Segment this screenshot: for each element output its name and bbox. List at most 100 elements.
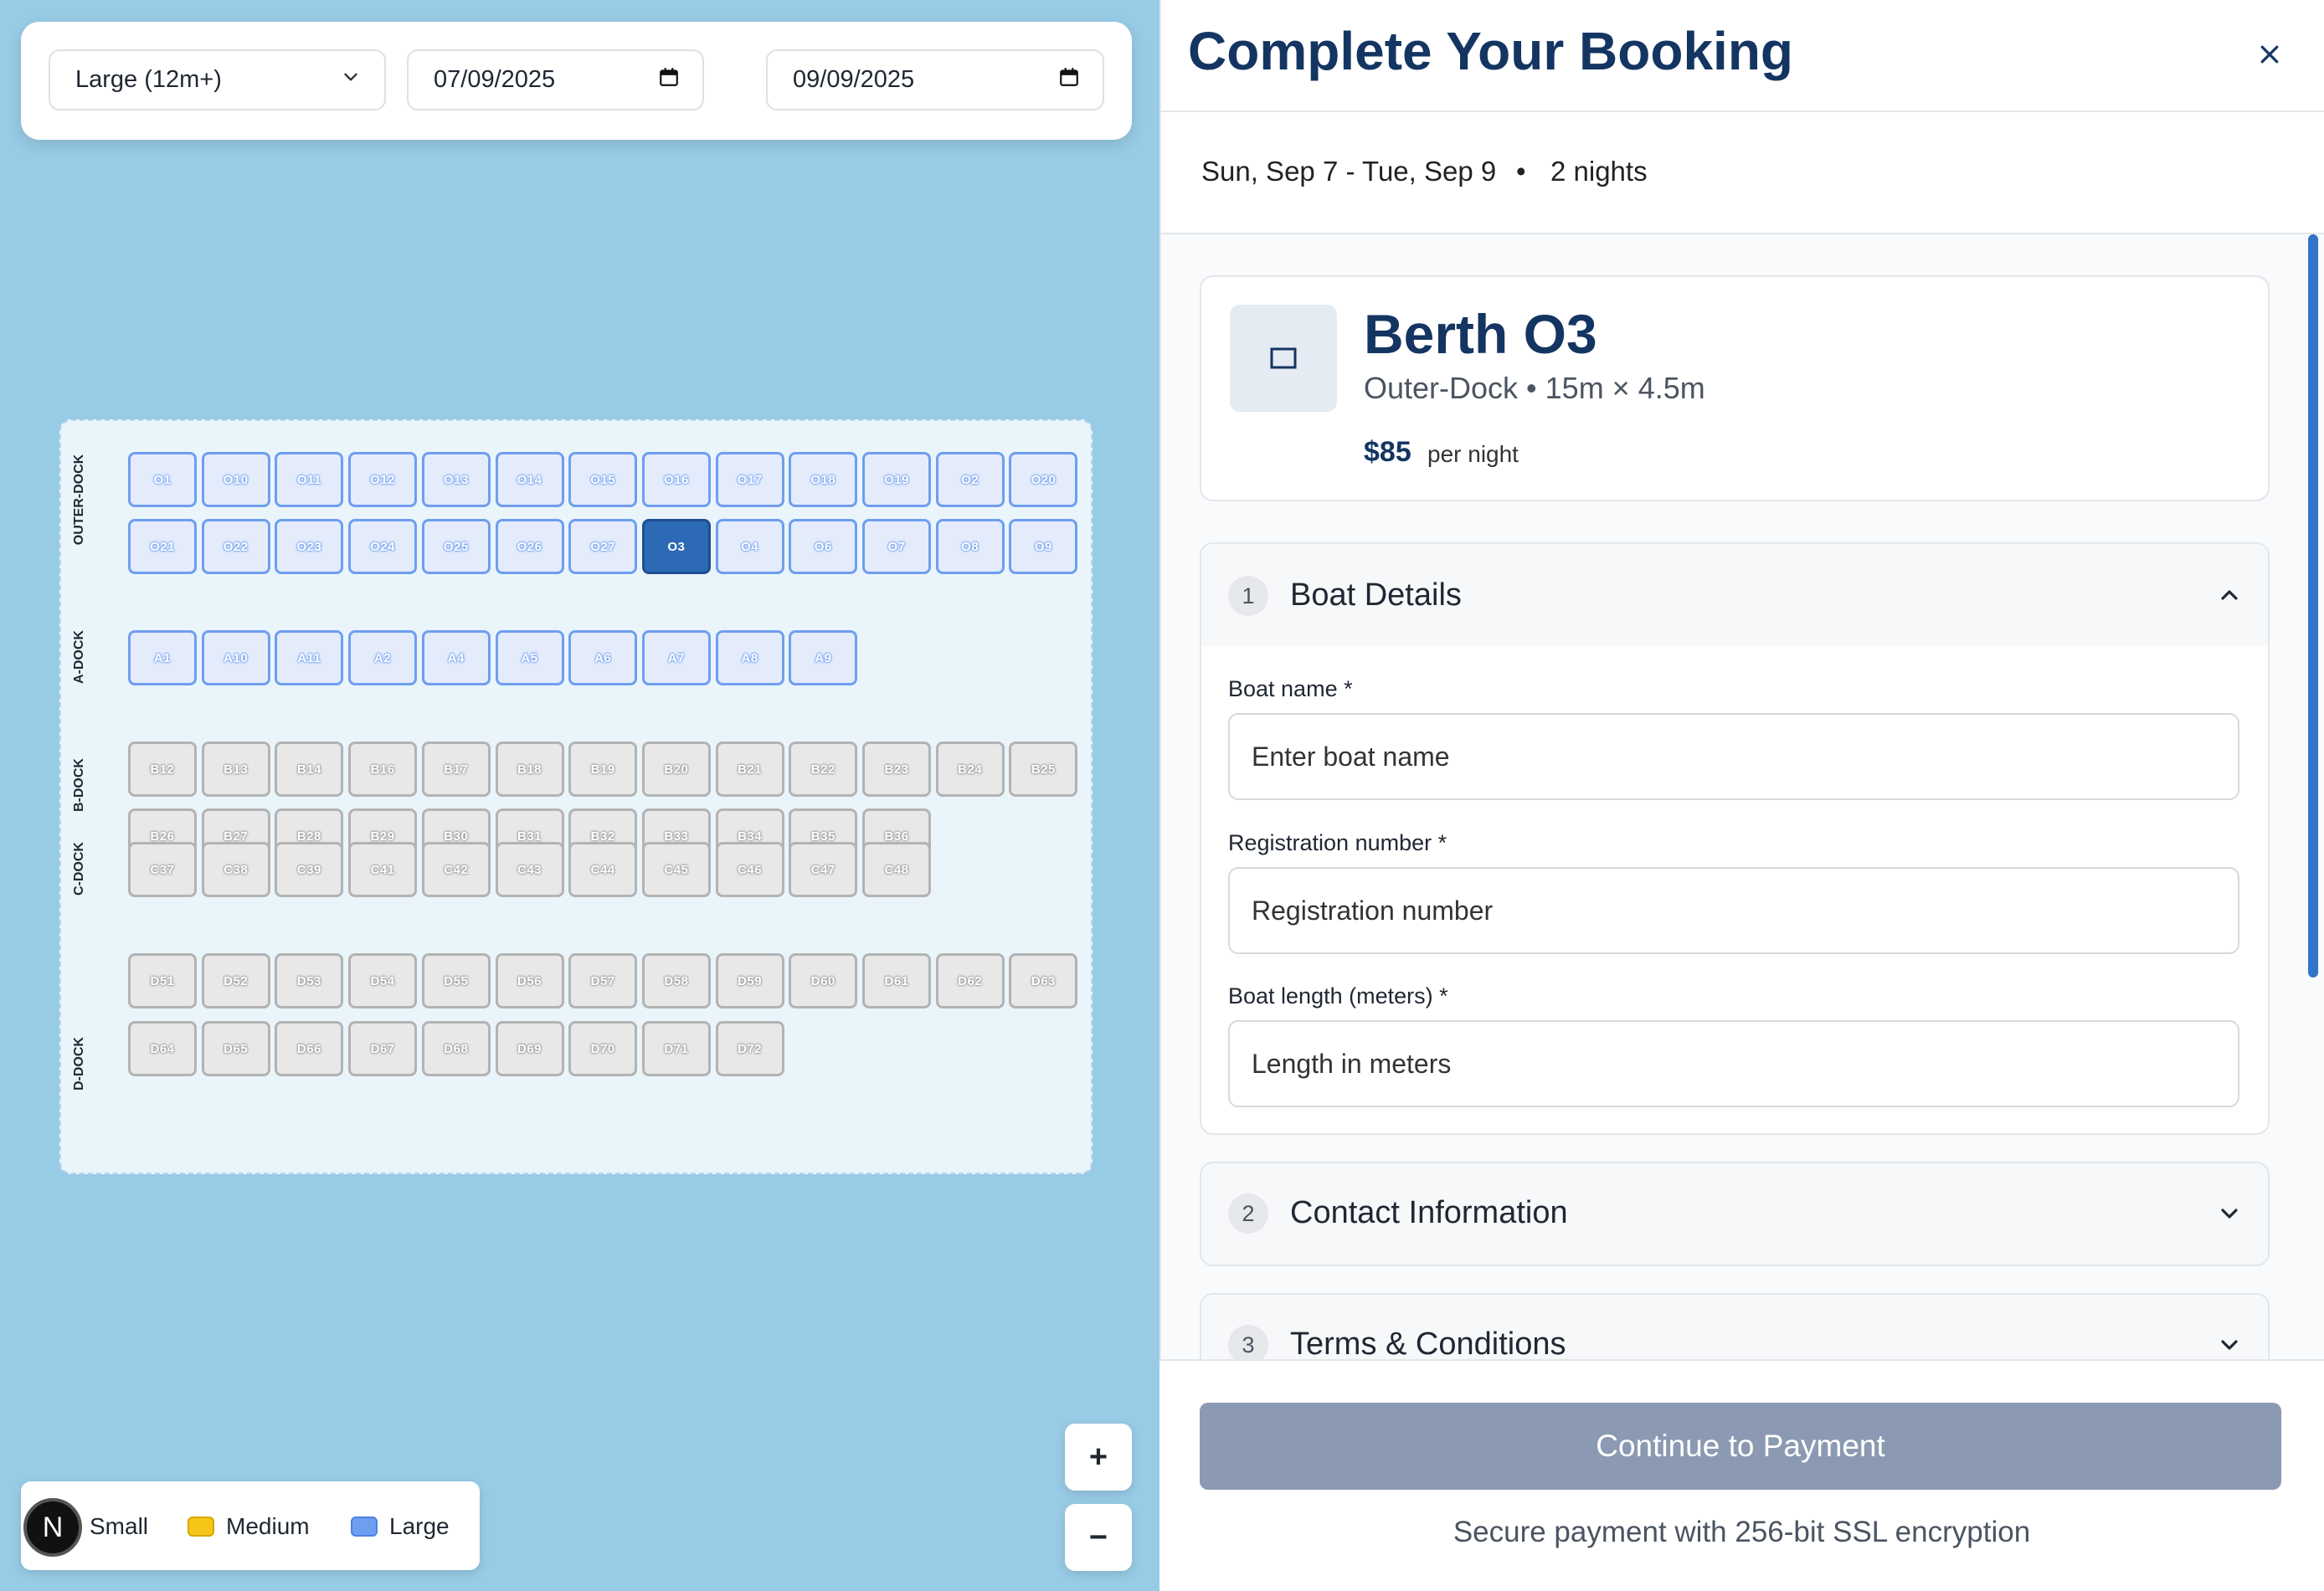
berth-o9[interactable]: O9 — [1009, 519, 1078, 574]
boat-name-input[interactable] — [1228, 713, 2239, 800]
berth-c43[interactable]: C43 — [495, 842, 564, 897]
berth-o15[interactable]: O15 — [568, 452, 638, 507]
berth-o21[interactable]: O21 — [128, 519, 197, 574]
berth-d69[interactable]: D69 — [495, 1021, 564, 1076]
berth-a4[interactable]: A4 — [421, 630, 491, 685]
berth-o8[interactable]: O8 — [935, 519, 1005, 574]
berth-d63[interactable]: D63 — [1009, 953, 1078, 1008]
berth-o20[interactable]: O20 — [1009, 452, 1078, 507]
chevron-down-icon[interactable] — [2216, 1200, 2243, 1227]
check-out-date-input[interactable]: 09/09/2025 — [766, 49, 1104, 110]
berth-o2[interactable]: O2 — [935, 452, 1005, 507]
berth-a8[interactable]: A8 — [715, 630, 784, 685]
berth-c38[interactable]: C38 — [201, 842, 270, 897]
berth-b13[interactable]: B13 — [201, 742, 270, 797]
berth-o3[interactable]: O3 — [641, 519, 711, 574]
berth-c39[interactable]: C39 — [275, 842, 344, 897]
berth-c42[interactable]: C42 — [421, 842, 491, 897]
berth-d68[interactable]: D68 — [421, 1021, 491, 1076]
zoom-in-button[interactable]: + — [1065, 1424, 1132, 1491]
berth-a11[interactable]: A11 — [275, 630, 344, 685]
berth-o13[interactable]: O13 — [421, 452, 491, 507]
berth-d54[interactable]: D54 — [348, 953, 418, 1008]
berth-o1[interactable]: O1 — [128, 452, 197, 507]
berth-d55[interactable]: D55 — [421, 953, 491, 1008]
berth-d53[interactable]: D53 — [275, 953, 344, 1008]
berth-a10[interactable]: A10 — [201, 630, 270, 685]
panel-scrollbar[interactable] — [2308, 234, 2318, 978]
berth-b21[interactable]: B21 — [715, 742, 784, 797]
check-in-date-input[interactable]: 07/09/2025 — [407, 49, 704, 110]
berth-d64[interactable]: D64 — [128, 1021, 197, 1076]
user-avatar[interactable]: N — [23, 1498, 82, 1557]
berth-d57[interactable]: D57 — [568, 953, 638, 1008]
section-header-boat-details[interactable]: 1 Boat Details — [1201, 544, 2268, 646]
berth-d61[interactable]: D61 — [862, 953, 931, 1008]
berth-a6[interactable]: A6 — [568, 630, 638, 685]
berth-o6[interactable]: O6 — [789, 519, 858, 574]
berth-o27[interactable]: O27 — [568, 519, 638, 574]
zoom-out-button[interactable]: − — [1065, 1504, 1132, 1571]
berth-c48[interactable]: C48 — [862, 842, 931, 897]
berth-b17[interactable]: B17 — [421, 742, 491, 797]
berth-c46[interactable]: C46 — [715, 842, 784, 897]
berth-d65[interactable]: D65 — [201, 1021, 270, 1076]
berth-d59[interactable]: D59 — [715, 953, 784, 1008]
berth-o10[interactable]: O10 — [201, 452, 270, 507]
berth-a5[interactable]: A5 — [495, 630, 564, 685]
berth-d66[interactable]: D66 — [275, 1021, 344, 1076]
berth-d58[interactable]: D58 — [641, 953, 711, 1008]
berth-d56[interactable]: D56 — [495, 953, 564, 1008]
berth-o25[interactable]: O25 — [421, 519, 491, 574]
berth-o22[interactable]: O22 — [201, 519, 270, 574]
close-icon[interactable] — [2249, 33, 2291, 75]
berth-o7[interactable]: O7 — [862, 519, 931, 574]
berth-d70[interactable]: D70 — [568, 1021, 638, 1076]
berth-o11[interactable]: O11 — [275, 452, 344, 507]
berth-b25[interactable]: B25 — [1009, 742, 1078, 797]
berth-c41[interactable]: C41 — [348, 842, 418, 897]
chevron-down-icon[interactable] — [2216, 1332, 2243, 1358]
berth-a9[interactable]: A9 — [789, 630, 858, 685]
berth-b18[interactable]: B18 — [495, 742, 564, 797]
calendar-icon[interactable] — [658, 66, 680, 95]
berth-o4[interactable]: O4 — [715, 519, 784, 574]
berth-b14[interactable]: B14 — [275, 742, 344, 797]
chevron-up-icon[interactable] — [2216, 582, 2243, 608]
section-contact-information[interactable]: 2 Contact Information — [1200, 1162, 2270, 1266]
berth-b19[interactable]: B19 — [568, 742, 638, 797]
registration-input[interactable] — [1228, 867, 2239, 954]
berth-o17[interactable]: O17 — [715, 452, 784, 507]
berth-a2[interactable]: A2 — [348, 630, 418, 685]
berth-c47[interactable]: C47 — [789, 842, 858, 897]
berth-d72[interactable]: D72 — [715, 1021, 784, 1076]
boat-size-select[interactable]: Large (12m+) — [49, 49, 386, 110]
boat-length-input[interactable] — [1228, 1020, 2239, 1107]
continue-to-payment-button[interactable]: Continue to Payment — [1200, 1403, 2281, 1490]
berth-d60[interactable]: D60 — [789, 953, 858, 1008]
berth-o16[interactable]: O16 — [641, 452, 711, 507]
berth-b16[interactable]: B16 — [348, 742, 418, 797]
berth-c37[interactable]: C37 — [128, 842, 197, 897]
berth-o19[interactable]: O19 — [862, 452, 931, 507]
berth-o26[interactable]: O26 — [495, 519, 564, 574]
berth-d67[interactable]: D67 — [348, 1021, 418, 1076]
berth-o23[interactable]: O23 — [275, 519, 344, 574]
berth-d71[interactable]: D71 — [641, 1021, 711, 1076]
berth-b23[interactable]: B23 — [862, 742, 931, 797]
berth-b22[interactable]: B22 — [789, 742, 858, 797]
berth-d52[interactable]: D52 — [201, 953, 270, 1008]
berth-o18[interactable]: O18 — [789, 452, 858, 507]
calendar-icon[interactable] — [1058, 66, 1080, 95]
berth-o24[interactable]: O24 — [348, 519, 418, 574]
berth-b24[interactable]: B24 — [935, 742, 1005, 797]
berth-d62[interactable]: D62 — [935, 953, 1005, 1008]
berth-a1[interactable]: A1 — [128, 630, 197, 685]
berth-c44[interactable]: C44 — [568, 842, 638, 897]
berth-a7[interactable]: A7 — [641, 630, 711, 685]
berth-c45[interactable]: C45 — [641, 842, 711, 897]
berth-b12[interactable]: B12 — [128, 742, 197, 797]
berth-d51[interactable]: D51 — [128, 953, 197, 1008]
berth-o14[interactable]: O14 — [495, 452, 564, 507]
berth-b20[interactable]: B20 — [641, 742, 711, 797]
